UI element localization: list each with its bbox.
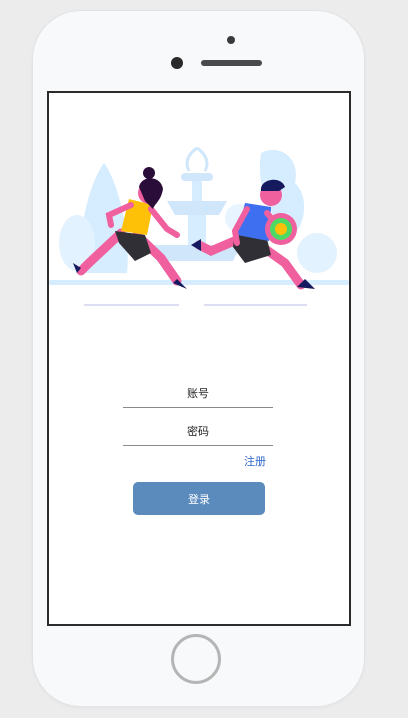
- sensor-dot: [227, 36, 235, 44]
- fountain-top: [181, 173, 213, 181]
- fountain-bowl: [167, 201, 227, 215]
- tree-shape: [297, 233, 337, 273]
- login-button[interactable]: 登录: [133, 482, 265, 515]
- hero-illustration: [49, 146, 349, 306]
- fountain-column: [192, 181, 202, 201]
- password-input[interactable]: [123, 417, 273, 446]
- register-link[interactable]: 注册: [244, 453, 266, 469]
- home-button[interactable]: [171, 634, 221, 684]
- earpiece-speaker: [201, 60, 262, 66]
- fountain-column: [188, 215, 206, 245]
- fountain-spray: [185, 146, 209, 172]
- account-input[interactable]: [123, 379, 273, 408]
- front-camera: [171, 57, 183, 69]
- phone-screen: 注册 登录: [47, 91, 351, 626]
